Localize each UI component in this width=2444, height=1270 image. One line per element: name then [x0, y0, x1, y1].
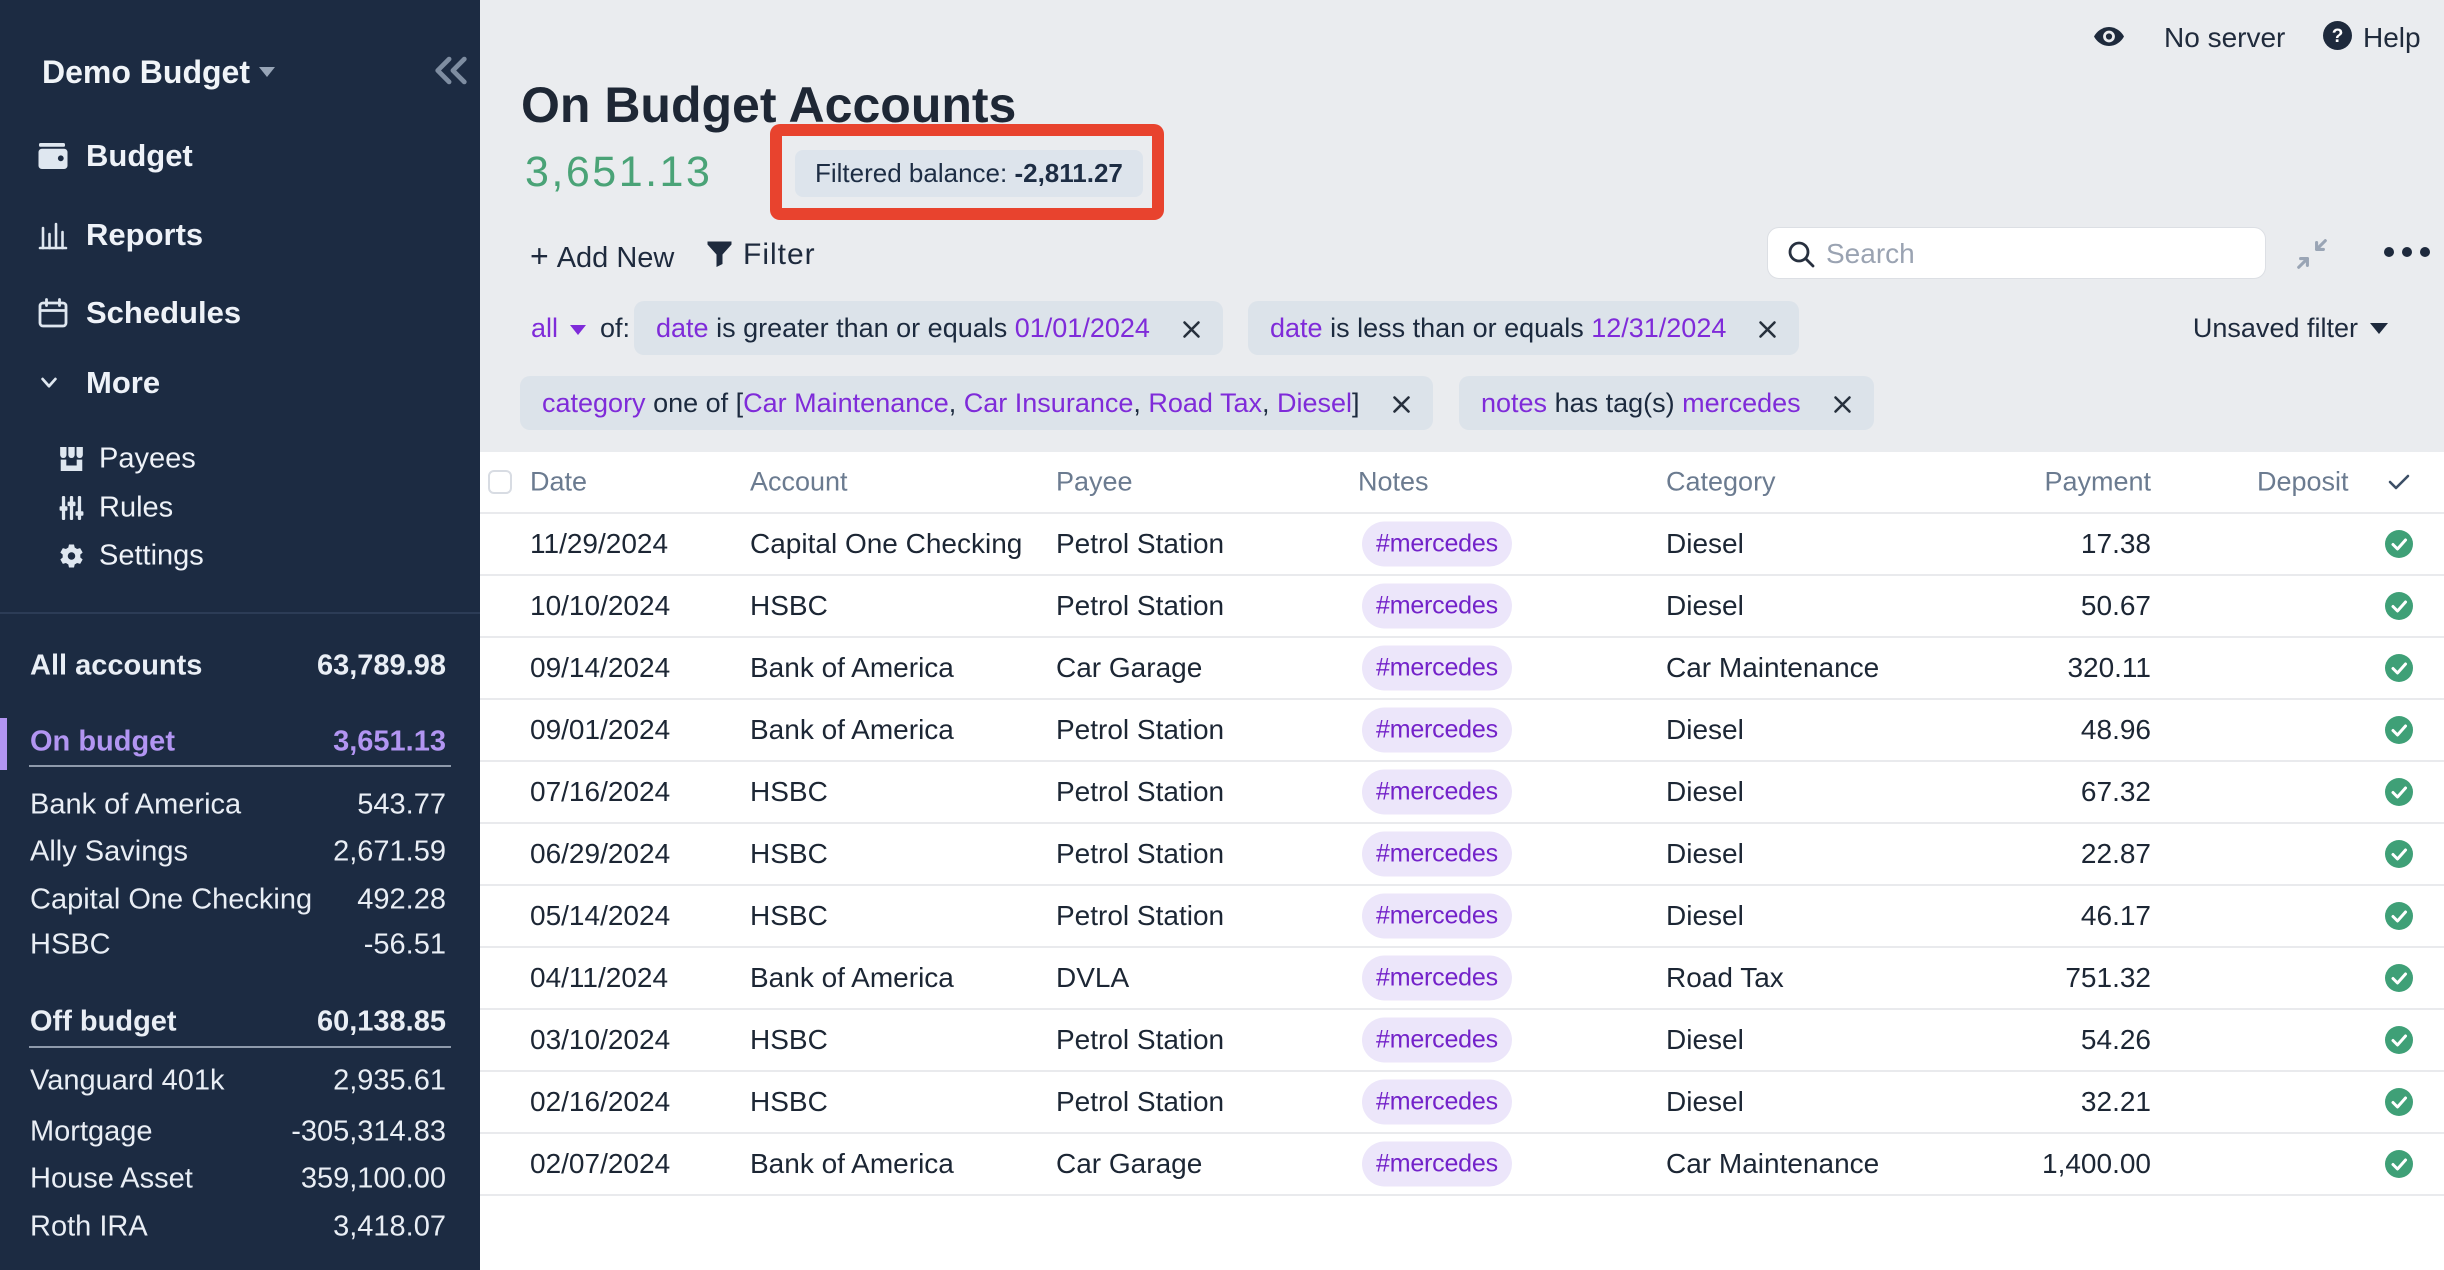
svg-text:?: ?	[2332, 26, 2344, 47]
